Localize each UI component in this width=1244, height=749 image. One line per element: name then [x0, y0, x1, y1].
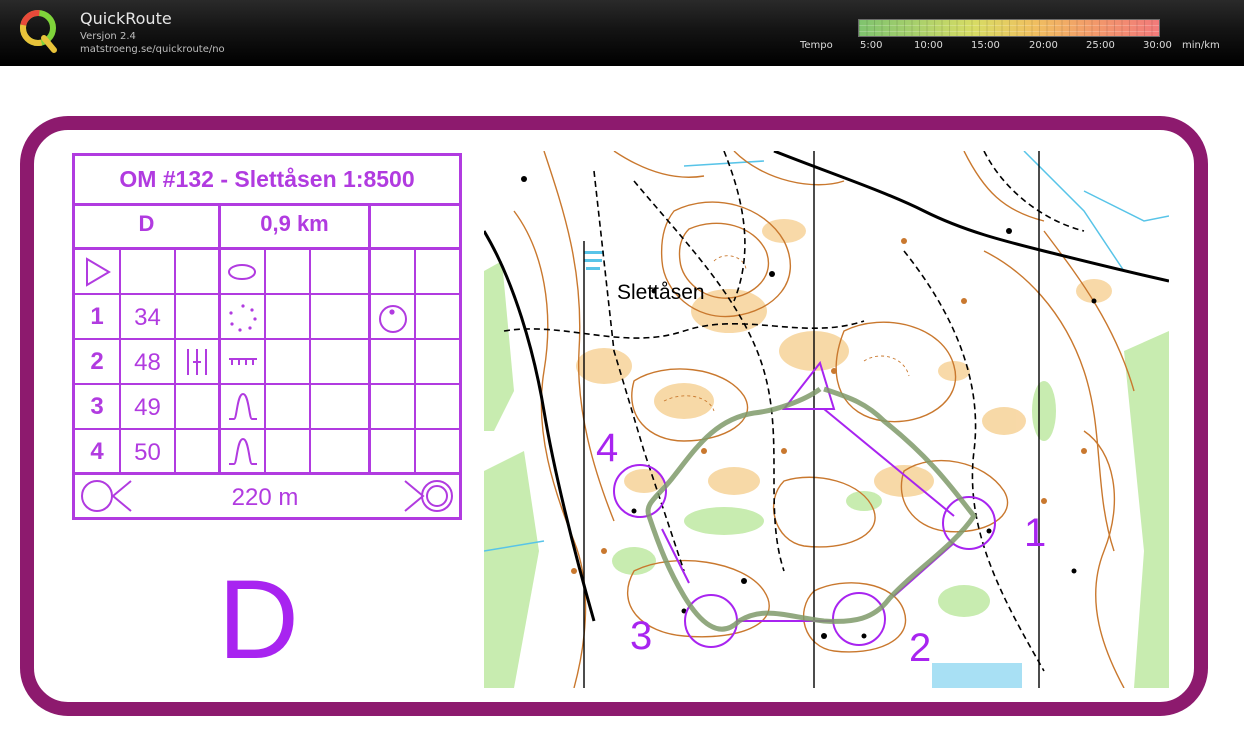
quickroute-logo-icon	[20, 10, 57, 53]
control-number: 4	[90, 438, 104, 465]
control-code: 49	[134, 394, 161, 421]
knoll-icon	[229, 437, 257, 465]
vegetation-areas	[484, 261, 1169, 688]
finish-icon	[404, 480, 453, 512]
control-label-1: 1	[1024, 511, 1046, 555]
course-class: D	[138, 211, 155, 236]
control-description-sheet: OM #132 - Slettåsen 1:8500 D 0,9 km 1 34…	[72, 153, 462, 520]
circle-dot-icon	[379, 305, 407, 333]
app-url-link[interactable]: matstroeng.se/quickroute/no	[80, 44, 225, 55]
dotted-circle-icon	[229, 304, 257, 332]
cliffs-and-paths	[484, 151, 1169, 688]
control-label-3: 3	[630, 614, 652, 658]
open-land-areas	[576, 219, 1112, 497]
tempo-tick: 25:00	[1086, 40, 1115, 51]
control-code: 34	[134, 304, 161, 331]
tempo-color-scale	[858, 19, 1160, 37]
stream-crossing-icon	[187, 349, 207, 375]
tempo-tick: 20:00	[1029, 40, 1058, 51]
course-title: OM #132 - Slettåsen 1:8500	[119, 166, 415, 192]
map-canvas[interactable]: Slettåsen 1 2 3 4	[484, 151, 1169, 688]
finish-start-symbol-icon	[81, 480, 132, 512]
class-label-large: D	[218, 557, 299, 682]
start-triangle-icon	[86, 257, 111, 287]
control-code: 48	[134, 349, 161, 376]
tempo-tick: 30:00	[1143, 40, 1172, 51]
control-number: 2	[90, 348, 104, 375]
course-length: 0,9 km	[260, 211, 329, 236]
tempo-tick: 15:00	[971, 40, 1000, 51]
tempo-unit: min/km	[1182, 40, 1220, 51]
oval-feature-icon	[228, 264, 256, 280]
control-number: 1	[90, 303, 104, 330]
control-number: 3	[90, 393, 104, 420]
water-features	[484, 151, 1169, 688]
boulders	[521, 176, 1097, 639]
control-code: 50	[134, 439, 161, 466]
map-place-name: Slettåsen	[617, 281, 705, 304]
tempo-tick: 10:00	[914, 40, 943, 51]
finish-distance: 220 m	[231, 484, 299, 511]
knoll-icon	[229, 392, 257, 420]
tempo-tick: 5:00	[860, 40, 883, 51]
control-label-2: 2	[909, 626, 931, 670]
tempo-label: Tempo	[800, 40, 833, 51]
control-circle-3	[684, 594, 738, 648]
control-label-4: 4	[596, 426, 618, 470]
gps-route-track	[645, 386, 978, 632]
app-version: Versjon 2.4	[80, 31, 136, 42]
orienteering-map[interactable]: Slettåsen 1 2 3 4	[484, 151, 1169, 688]
app-header: QuickRoute Versjon 2.4 matstroeng.se/qui…	[0, 0, 1244, 66]
app-title: QuickRoute	[80, 9, 172, 28]
wall-icon	[229, 358, 257, 365]
